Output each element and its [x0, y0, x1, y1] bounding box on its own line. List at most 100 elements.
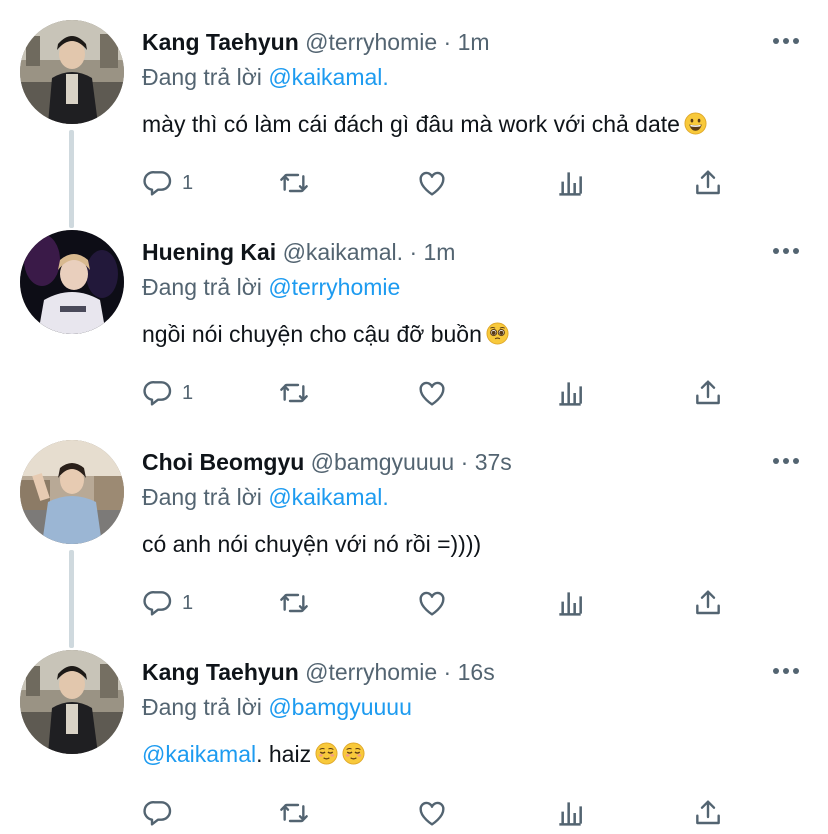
- tweet-actions: 1: [142, 376, 742, 410]
- tweet-text: có anh nói chuyện với nó rồi =)))): [142, 529, 481, 559]
- share-icon: [696, 170, 720, 195]
- reply-button[interactable]: 1: [142, 166, 193, 200]
- separator-dot: ·: [443, 29, 452, 55]
- reply-icon: [143, 381, 172, 406]
- separator-dot: ·: [443, 659, 452, 685]
- display-name[interactable]: Kang Taehyun: [142, 659, 299, 685]
- like-button[interactable]: [416, 796, 448, 830]
- share-button[interactable]: [692, 166, 724, 200]
- more-icon: [773, 38, 799, 44]
- body-mention-link[interactable]: @kaikamal: [142, 741, 256, 767]
- share-button[interactable]: [692, 586, 724, 620]
- avatar-photo: [20, 20, 124, 124]
- replying-to-label: Đang trả lời: [142, 274, 262, 300]
- display-name[interactable]: Kang Taehyun: [142, 29, 299, 55]
- tweet[interactable]: Kang Taehyun @terryhomie · 1m Đang trả l…: [0, 0, 828, 210]
- user-handle[interactable]: @terryhomie: [305, 659, 437, 685]
- share-icon: [696, 590, 720, 615]
- reply-mention-link[interactable]: @kaikamal.: [268, 64, 389, 90]
- tweet-body: có anh nói chuyện với nó rồi =)))): [142, 531, 482, 557]
- more-options-button[interactable]: [772, 29, 800, 53]
- more-options-button[interactable]: [772, 449, 800, 473]
- retweet-button[interactable]: [278, 166, 310, 200]
- avatar[interactable]: [20, 650, 124, 754]
- avatar-photo: [20, 230, 124, 334]
- display-name[interactable]: Choi Beomgyu: [142, 449, 304, 475]
- more-icon: [773, 458, 799, 464]
- tweet-header: Choi Beomgyu @bamgyuuuu · 37s: [142, 448, 512, 476]
- user-handle[interactable]: @kaikamal.: [283, 239, 404, 265]
- tweet-text: ngồi nói chuyện cho cậu đỡ buồn: [142, 319, 509, 349]
- retweet-button[interactable]: [278, 586, 310, 620]
- tweet[interactable]: Kang Taehyun @terryhomie · 16s Đang trả …: [0, 630, 828, 834]
- reply-mention-link[interactable]: @bamgyuuuu: [268, 694, 412, 720]
- tweet-actions: 1: [142, 586, 742, 620]
- analytics-icon: [559, 802, 582, 826]
- user-handle[interactable]: @terryhomie: [305, 29, 437, 55]
- reply-icon: [143, 171, 172, 196]
- tweet-text: mày thì có làm cái đách gì đâu mà work v…: [142, 109, 707, 139]
- analytics-button[interactable]: [554, 586, 586, 620]
- tweet-body: ngồi nói chuyện cho cậu đỡ buồn: [142, 321, 482, 347]
- share-icon: [696, 380, 720, 405]
- pleading-face-emoji: [486, 322, 509, 345]
- user-handle[interactable]: @bamgyuuuu: [311, 449, 455, 475]
- like-button[interactable]: [416, 376, 448, 410]
- retweet-icon: [280, 803, 308, 823]
- share-icon: [696, 800, 720, 825]
- avatar-photo: [20, 650, 124, 754]
- timestamp[interactable]: 16s: [458, 659, 495, 685]
- analytics-button[interactable]: [554, 166, 586, 200]
- replying-to: Đang trả lời @kaikamal.: [142, 483, 389, 511]
- tweet[interactable]: Choi Beomgyu @bamgyuuuu · 37s Đang trả l…: [0, 420, 828, 630]
- analytics-icon: [559, 592, 582, 616]
- tweet-body: mày thì có làm cái đách gì đâu mà work v…: [142, 111, 680, 137]
- timestamp[interactable]: 1m: [458, 29, 490, 55]
- retweet-button[interactable]: [278, 796, 310, 830]
- replying-to: Đang trả lời @kaikamal.: [142, 63, 389, 91]
- separator-dot: ·: [460, 449, 469, 475]
- reply-icon: [143, 801, 172, 826]
- avatar-photo: [20, 440, 124, 544]
- reply-count: 1: [182, 171, 194, 194]
- reply-count: 1: [182, 381, 194, 404]
- share-button[interactable]: [692, 376, 724, 410]
- tweet-actions: [142, 796, 742, 830]
- replying-to-label: Đang trả lời: [142, 64, 262, 90]
- replying-to: Đang trả lời @terryhomie: [142, 273, 400, 301]
- reply-button[interactable]: 1: [142, 586, 193, 620]
- analytics-button[interactable]: [554, 796, 586, 830]
- tweet[interactable]: Huening Kai @kaikamal. · 1m Đang trả lời…: [0, 210, 828, 420]
- timestamp[interactable]: 1m: [424, 239, 456, 265]
- grinning-face-emoji: [684, 112, 707, 135]
- retweet-icon: [280, 593, 308, 613]
- retweet-icon: [280, 383, 308, 403]
- heart-icon: [419, 801, 445, 826]
- analytics-button[interactable]: [554, 376, 586, 410]
- retweet-button[interactable]: [278, 376, 310, 410]
- tweet-body: . haiz: [256, 741, 312, 767]
- heart-icon: [419, 591, 445, 616]
- retweet-icon: [280, 173, 308, 193]
- like-button[interactable]: [416, 586, 448, 620]
- relieved-face-emoji: [342, 742, 365, 765]
- like-button[interactable]: [416, 166, 448, 200]
- avatar[interactable]: [20, 230, 124, 334]
- tweet-header: Kang Taehyun @terryhomie · 1m: [142, 28, 490, 56]
- display-name[interactable]: Huening Kai: [142, 239, 276, 265]
- reply-count: 1: [182, 591, 194, 614]
- reply-button[interactable]: [142, 796, 182, 830]
- tweet-header: Huening Kai @kaikamal. · 1m: [142, 238, 455, 266]
- analytics-icon: [559, 172, 582, 196]
- more-options-button[interactable]: [772, 239, 800, 263]
- reply-button[interactable]: 1: [142, 376, 193, 410]
- share-button[interactable]: [692, 796, 724, 830]
- avatar[interactable]: [20, 440, 124, 544]
- avatar[interactable]: [20, 20, 124, 124]
- reply-mention-link[interactable]: @terryhomie: [268, 274, 400, 300]
- tweet-actions: 1: [142, 166, 742, 200]
- timestamp[interactable]: 37s: [475, 449, 512, 475]
- more-options-button[interactable]: [772, 659, 800, 683]
- reply-mention-link[interactable]: @kaikamal.: [268, 484, 389, 510]
- relieved-face-emoji: [315, 742, 338, 765]
